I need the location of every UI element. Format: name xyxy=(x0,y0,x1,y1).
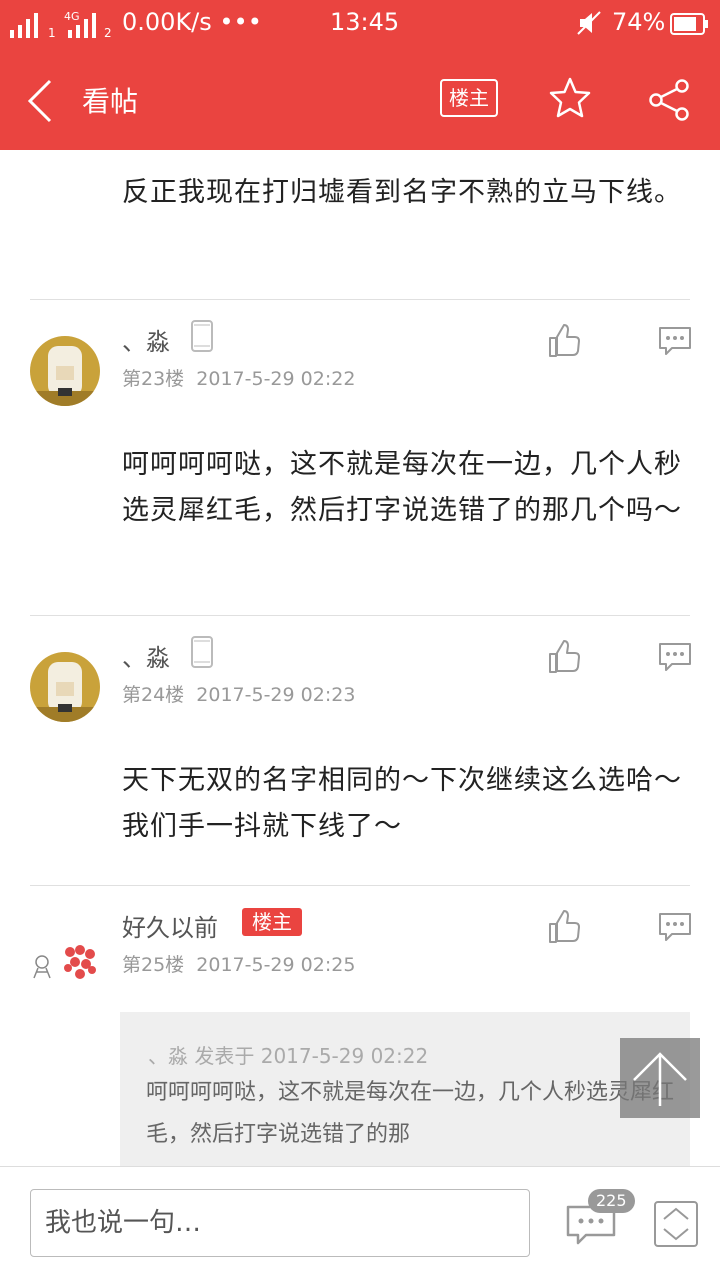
phone-icon xyxy=(191,320,213,352)
page-nav-button[interactable] xyxy=(654,1201,698,1247)
comment-count-badge: 225 xyxy=(588,1189,635,1213)
status-bar: 1 4G 2 0.00K/s ••• 13:45 74% xyxy=(0,0,720,48)
nav-bar: 看帖 楼主 xyxy=(0,48,720,150)
net-speed: 0.00K/s ••• xyxy=(122,8,262,36)
thumbs-up-icon[interactable] xyxy=(548,324,580,358)
mute-icon xyxy=(577,11,601,35)
floor-number: 第25楼 xyxy=(122,954,185,976)
avatar[interactable] xyxy=(30,652,100,722)
up-down-arrows-icon xyxy=(663,1207,689,1241)
network-type: 4G xyxy=(64,10,80,23)
quoted-reply: 、淼 发表于 2017-5-29 02:22 呵呵呵呵哒，这不就是每次在一边，几… xyxy=(120,1012,690,1166)
thumbs-up-icon[interactable] xyxy=(548,910,580,944)
post-meta: 第23楼 2017-5-29 02:22 xyxy=(122,364,355,391)
app-header: 1 4G 2 0.00K/s ••• 13:45 74% 看帖 楼主 xyxy=(0,0,720,150)
page-title: 看帖 xyxy=(82,85,139,118)
clock: 13:45 xyxy=(330,8,400,36)
arrow-up-icon xyxy=(633,1052,687,1106)
username[interactable]: 、淼 xyxy=(122,322,170,357)
post-date: 2017-5-29 02:25 xyxy=(196,954,356,976)
post-meta: 第25楼 2017-5-29 02:25 xyxy=(122,950,355,977)
share-icon[interactable] xyxy=(648,78,692,122)
reply-bar: 我也说一句… 225 xyxy=(0,1166,720,1281)
username[interactable]: 好久以前 xyxy=(122,908,218,943)
floor-number: 第24楼 xyxy=(122,684,185,706)
back-to-top-button[interactable] xyxy=(620,1038,700,1118)
owner-badge: 楼主 xyxy=(242,908,302,936)
phone-icon xyxy=(191,636,213,668)
thumbs-up-icon[interactable] xyxy=(548,640,580,674)
avatar[interactable] xyxy=(30,336,100,406)
thread-content[interactable]: 反正我现在打归墟看到名字不熟的立马下线。 、淼 第23楼 2017-5-29 0… xyxy=(0,150,720,1166)
back-arrow-icon[interactable] xyxy=(22,76,62,126)
battery-percent: 74% xyxy=(612,8,666,36)
username[interactable]: 、淼 xyxy=(122,638,170,673)
post-text: 呵呵呵呵哒，这不就是每次在一边，几个人秒选灵犀红毛，然后打字说选错了的那几个吗～ xyxy=(122,449,682,526)
divider xyxy=(30,615,690,616)
star-icon[interactable] xyxy=(548,76,592,120)
comment-icon[interactable] xyxy=(658,326,692,356)
divider xyxy=(30,299,690,300)
post-meta: 第24楼 2017-5-29 02:23 xyxy=(122,680,355,707)
quote-header: 、淼 发表于 2017-5-29 02:22 xyxy=(148,1044,429,1068)
svg-text:2: 2 xyxy=(104,26,112,38)
divider xyxy=(30,885,690,886)
floor-number: 第23楼 xyxy=(122,368,185,390)
comment-icon[interactable] xyxy=(658,642,692,672)
battery-icon xyxy=(670,13,708,35)
reply-input[interactable]: 我也说一句… xyxy=(30,1189,530,1257)
post-date: 2017-5-29 02:22 xyxy=(196,368,356,390)
signal-icon: 1 4G 2 xyxy=(10,10,112,38)
avatar[interactable] xyxy=(30,922,100,992)
comment-icon[interactable] xyxy=(658,912,692,942)
quote-text: 呵呵呵呵哒，这不就是每次在一边，几个人秒选灵犀红毛，然后打字说选错了的那 xyxy=(146,1080,675,1147)
post-date: 2017-5-29 02:23 xyxy=(196,684,356,706)
svg-text:1: 1 xyxy=(48,26,56,38)
post-text: 天下无双的名字相同的～下次继续这么选哈～我们手一抖就下线了～ xyxy=(122,765,682,842)
post-text: 反正我现在打归墟看到名字不熟的立马下线。 xyxy=(122,177,682,208)
owner-only-button[interactable]: 楼主 xyxy=(440,79,498,117)
